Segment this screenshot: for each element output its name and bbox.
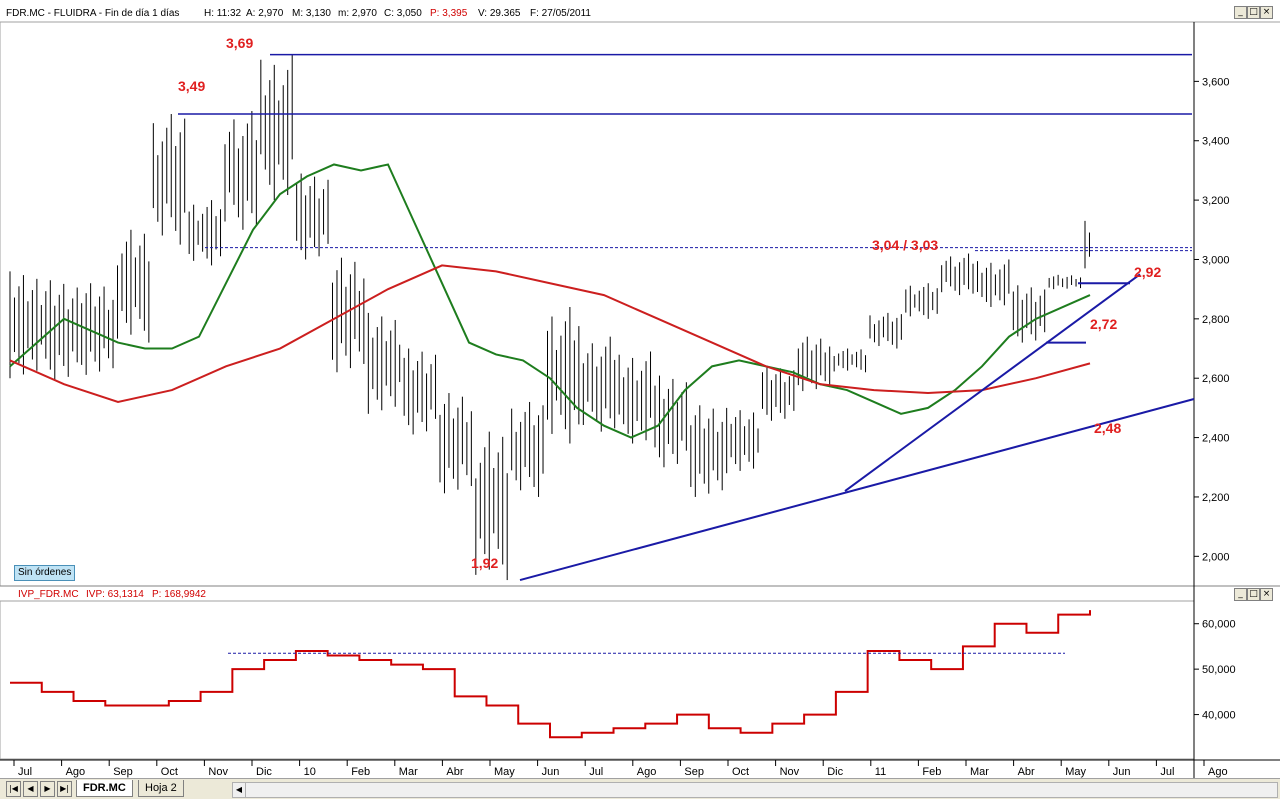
x-tick-label: Mar (970, 766, 989, 778)
annotation-3-49: 3,49 (178, 78, 205, 94)
x-tick-label: May (1065, 766, 1086, 778)
y-tick-label: 60,000 (1202, 619, 1236, 631)
ivp-series-line (10, 610, 1091, 739)
x-tick-label: Jun (1113, 766, 1131, 778)
y-tick-label: 3,600 (1202, 76, 1230, 88)
y-tick-label: 2,400 (1202, 433, 1230, 445)
sub-header-p: P: 168,9942 (152, 589, 206, 600)
x-tick-label: Oct (161, 766, 178, 778)
x-tick-label: Nov (780, 766, 800, 778)
tab-hoja-2[interactable]: Hoja 2 (138, 780, 184, 797)
header-m: M: 3,130 (292, 8, 331, 19)
tab-fdr-mc[interactable]: FDR.MC (76, 780, 133, 797)
annotation-2-72: 2,72 (1090, 316, 1117, 332)
close-button[interactable]: × (1260, 6, 1273, 19)
x-tick-label: Jul (1160, 766, 1174, 778)
header-h: H: 11:32 (204, 8, 241, 19)
annotation-3-69: 3,69 (226, 35, 253, 51)
y-tick-label: 3,200 (1202, 195, 1230, 207)
x-tick-label: Jul (18, 766, 32, 778)
sub-restore-button[interactable]: □ (1247, 588, 1260, 601)
header-a: A: 2,970 (246, 8, 284, 19)
header-f: F: 27/05/2011 (530, 8, 591, 19)
header-min: m: 2,970 (338, 8, 377, 19)
x-tick-label: Sep (684, 766, 704, 778)
x-tick-label: Dic (256, 766, 272, 778)
header-v: V: 29.365 (478, 8, 521, 19)
x-tick-label: Jun (542, 766, 560, 778)
x-tick-label: Abr (1018, 766, 1035, 778)
header-c: C: 3,050 (384, 8, 422, 19)
sub-header-name: IVP_FDR.MC (18, 589, 79, 600)
x-tick-label: 11 (875, 766, 886, 778)
chart-window: FDR.MC - FLUIDRA - Fin de día 1 días H: … (0, 0, 1280, 800)
x-tick-label: Mar (399, 766, 418, 778)
x-tick-label: Sep (113, 766, 133, 778)
y-tick-label: 2,600 (1202, 373, 1230, 385)
trend-support-short-line (844, 273, 1141, 492)
x-tick-label: 10 (304, 766, 316, 778)
y-tick-label: 40,000 (1202, 710, 1236, 722)
nav-last-button[interactable]: ▶| (57, 781, 72, 797)
y-tick-label: 50,000 (1202, 664, 1236, 676)
annotation-2-92: 2,92 (1134, 264, 1161, 280)
annotation-1-92: 1,92 (471, 555, 498, 571)
trend-support-long-line (519, 398, 1195, 582)
scroll-left-icon[interactable]: ◀ (233, 783, 246, 797)
restore-button[interactable]: □ (1247, 6, 1260, 19)
x-tick-label: Feb (351, 766, 370, 778)
header-symbol: FDR.MC - FLUIDRA - Fin de día 1 días (6, 8, 179, 19)
x-tick-label: May (494, 766, 515, 778)
chart-canvas: FDR.MC - FLUIDRA - Fin de día 1 días H: … (0, 0, 1280, 778)
nav-next-button[interactable]: ▶ (40, 781, 55, 797)
x-tick-label: Abr (446, 766, 463, 778)
y-tick-label: 2,800 (1202, 314, 1230, 326)
header-p: P: 3,395 (430, 8, 468, 19)
x-tick-label: Jul (589, 766, 603, 778)
sub-close-button[interactable]: × (1260, 588, 1273, 601)
annotation-3-04-3-03: 3,04 / 3,03 (872, 237, 938, 253)
x-tick-label: Dic (827, 766, 843, 778)
y-tick-label: 3,000 (1202, 254, 1230, 266)
sub-header-ivp: IVP: 63,1314 (86, 589, 144, 600)
x-tick-label: Nov (208, 766, 228, 778)
minimize-button[interactable]: _ (1234, 6, 1247, 19)
y-tick-label: 2,000 (1202, 551, 1230, 563)
x-tick-label: Ago (1208, 766, 1228, 778)
x-tick-label: Feb (922, 766, 941, 778)
horizontal-scrollbar[interactable]: ◀ (232, 782, 1278, 798)
bottom-bar: |◀ ◀ ▶ ▶| FDR.MC Hoja 2 ◀ (0, 778, 1280, 799)
orders-badge[interactable]: Sin órdenes (14, 565, 76, 581)
x-tick-label: Oct (732, 766, 749, 778)
annotation-2-48: 2,48 (1094, 420, 1121, 436)
x-tick-label: Ago (66, 766, 86, 778)
x-tick-label: Ago (637, 766, 657, 778)
nav-prev-button[interactable]: ◀ (23, 781, 38, 797)
nav-first-button[interactable]: |◀ (6, 781, 21, 797)
y-tick-label: 2,200 (1202, 492, 1230, 504)
y-tick-label: 3,400 (1202, 136, 1230, 148)
sub-minimize-button[interactable]: _ (1234, 588, 1247, 601)
